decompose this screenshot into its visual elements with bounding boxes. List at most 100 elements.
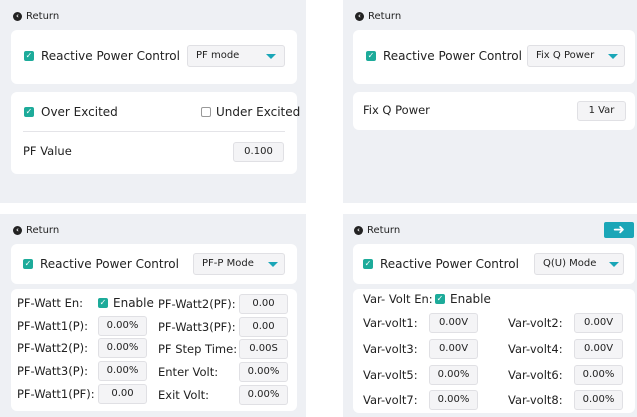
return-button[interactable]: ‹ Return <box>13 225 59 236</box>
mode-dropdown[interactable]: PF mode <box>187 45 285 67</box>
field-value[interactable]: 0.00V <box>574 313 623 333</box>
pf-settings-card: ✓ Over Excited Under Excited PF Value 0.… <box>11 92 300 174</box>
rpc-toggle[interactable]: ✓ Reactive Power Control <box>366 49 522 63</box>
field-value[interactable]: 0.00% <box>98 338 147 358</box>
return-button[interactable]: ‹ Return <box>354 225 400 236</box>
panel-fix-q: ‹ Return ✓ Reactive Power Control Fix Q … <box>343 0 637 203</box>
mode-value: Q(U) Mode <box>543 258 597 269</box>
return-button[interactable]: ‹ Return <box>13 11 59 22</box>
return-label: Return <box>368 11 402 22</box>
next-arrow-button[interactable]: ➜ <box>604 222 634 238</box>
field-value[interactable]: 0.00% <box>98 361 147 381</box>
checkbox-checked-icon[interactable]: ✓ <box>24 107 34 117</box>
watt-enable-toggle[interactable]: ✓ Enable <box>98 296 154 310</box>
rpc-label: Reactive Power Control <box>380 257 519 271</box>
rpc-toggle[interactable]: ✓ Reactive Power Control <box>24 49 180 63</box>
field-value[interactable]: 0.00 <box>239 294 288 314</box>
field-label: Var-volt5: <box>363 368 418 382</box>
pf-value-field[interactable]: 0.100 <box>233 142 284 162</box>
back-arrow-icon: ‹ <box>13 12 22 21</box>
field-label: PF-Watt3(P): <box>17 364 89 378</box>
checkbox-checked-icon[interactable]: ✓ <box>23 259 33 269</box>
arrow-right-icon: ➜ <box>613 222 625 238</box>
field-label: PF-Watt1(PF): <box>17 387 95 401</box>
over-excited-toggle[interactable]: ✓ Over Excited <box>24 105 118 119</box>
chevron-down-icon[interactable] <box>604 254 623 274</box>
checkbox-unchecked-icon[interactable] <box>201 107 211 117</box>
enable-label: Enable <box>113 296 154 310</box>
rpc-card: ✓ Reactive Power Control PF-P Mode <box>11 244 297 284</box>
field-value[interactable]: 0.00V <box>429 339 478 359</box>
field-label: Var-volt6: <box>508 368 563 382</box>
mode-value: PF-P Mode <box>202 258 254 269</box>
field-value[interactable]: 0.00% <box>574 365 623 385</box>
return-label: Return <box>367 225 401 236</box>
under-excited-label: Under Excited <box>216 105 301 119</box>
rpc-card: ✓ Reactive Power Control PF mode <box>11 30 297 84</box>
fixq-card: Fix Q Power 1 Var <box>353 92 635 130</box>
panel-pf-p-mode: ‹ Return ✓ Reactive Power Control PF-P M… <box>0 214 306 417</box>
mode-dropdown[interactable]: PF-P Mode <box>193 253 285 275</box>
var-volt-settings-card: Var- Volt En: ✓ Enable Var-volt1: 0.00V … <box>353 289 635 413</box>
pf-p-settings-card: PF-Watt En: ✓ Enable PF-Watt1(P): 0.00% … <box>11 289 297 411</box>
return-label: Return <box>26 11 60 22</box>
field-label: Var-volt4: <box>508 342 563 356</box>
field-label: Enter Volt: <box>158 365 219 379</box>
fixq-label: Fix Q Power <box>363 103 430 117</box>
mode-value: PF mode <box>196 50 240 61</box>
field-value[interactable]: 0.00V <box>574 339 623 359</box>
rpc-label: Reactive Power Control <box>41 49 180 63</box>
field-value[interactable]: 0.00% <box>574 390 623 410</box>
mode-value: Fix Q Power <box>536 50 595 61</box>
rpc-card: ✓ Reactive Power Control Fix Q Power <box>353 30 635 84</box>
rpc-toggle[interactable]: ✓ Reactive Power Control <box>363 257 519 271</box>
checkbox-checked-icon[interactable]: ✓ <box>366 51 376 61</box>
field-value[interactable]: 0.00% <box>239 362 288 382</box>
checkbox-checked-icon[interactable]: ✓ <box>24 51 34 61</box>
mode-dropdown[interactable]: Q(U) Mode <box>534 253 624 275</box>
fixq-value-field[interactable]: 1 Var <box>577 101 626 121</box>
field-value[interactable]: 0.00S <box>239 339 288 359</box>
over-excited-label: Over Excited <box>41 105 118 119</box>
panel-qu-mode: ‹ Return ➜ ✓ Reactive Power Control Q(U)… <box>343 214 637 417</box>
divider <box>23 131 285 132</box>
checkbox-checked-icon[interactable]: ✓ <box>435 294 445 304</box>
chevron-down-icon[interactable] <box>602 46 624 66</box>
field-label: PF-Watt2(P): <box>17 341 89 355</box>
field-label: PF-Watt1(P): <box>17 319 89 333</box>
checkbox-checked-icon[interactable]: ✓ <box>363 259 373 269</box>
field-label: PF-Watt2(PF): <box>158 297 236 311</box>
field-label: Exit Volt: <box>158 388 210 402</box>
back-arrow-icon: ‹ <box>13 226 22 235</box>
field-value[interactable]: 0.00% <box>98 316 147 336</box>
under-excited-toggle[interactable]: Under Excited <box>201 105 300 119</box>
return-button[interactable]: ‹ Return <box>355 11 401 22</box>
field-label: Var-volt7: <box>363 393 418 407</box>
chevron-down-icon[interactable] <box>258 46 284 66</box>
field-value[interactable]: 0.00 <box>98 384 147 404</box>
field-value[interactable]: 0.00% <box>239 385 288 405</box>
watt-en-label: PF-Watt En: <box>17 296 84 310</box>
field-label: Var-volt8: <box>508 393 563 407</box>
volt-enable-toggle[interactable]: ✓ Enable <box>435 292 491 306</box>
rpc-card: ✓ Reactive Power Control Q(U) Mode <box>353 244 635 284</box>
rpc-label: Reactive Power Control <box>383 49 522 63</box>
mode-dropdown[interactable]: Fix Q Power <box>527 45 625 67</box>
field-value[interactable]: 0.00V <box>429 313 478 333</box>
field-value[interactable]: 0.00% <box>429 365 478 385</box>
chevron-down-icon[interactable] <box>262 254 284 274</box>
field-value[interactable]: 0.00% <box>429 390 478 410</box>
volt-en-label: Var- Volt En: <box>363 292 433 306</box>
field-value[interactable]: 0.00 <box>239 317 288 337</box>
checkbox-checked-icon[interactable]: ✓ <box>98 298 108 308</box>
field-label: PF Step Time: <box>158 342 238 356</box>
panel-pf-mode: ‹ Return ✓ Reactive Power Control PF mod… <box>0 0 306 203</box>
field-label: Var-volt3: <box>363 342 418 356</box>
rpc-label: Reactive Power Control <box>40 257 179 271</box>
field-label: Var-volt2: <box>508 316 563 330</box>
pf-value-label: PF Value <box>23 144 72 158</box>
field-label: PF-Watt3(PF): <box>158 320 236 334</box>
field-label: Var-volt1: <box>363 316 418 330</box>
back-arrow-icon: ‹ <box>355 12 364 21</box>
rpc-toggle[interactable]: ✓ Reactive Power Control <box>23 257 179 271</box>
